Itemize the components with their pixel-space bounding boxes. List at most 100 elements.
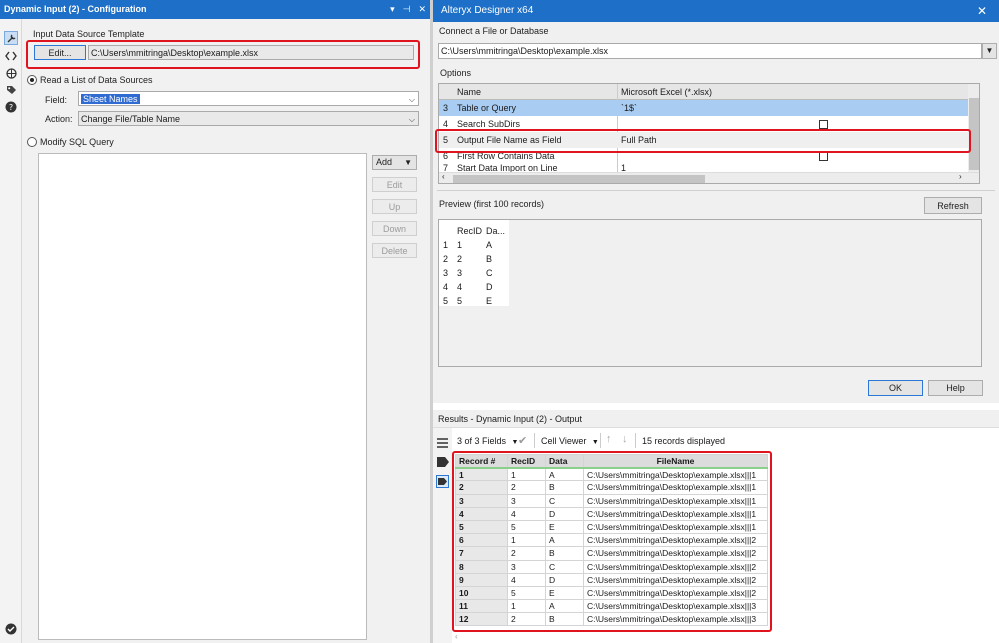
arrow-up-icon[interactable]: ↑ xyxy=(606,433,612,445)
data-cell[interactable]: A xyxy=(545,533,584,548)
table-row[interactable]: 5 5 E C:\Users\mmitringa\Desktop\example.xl… xyxy=(455,519,768,535)
table-row[interactable]: 11 1 A C:\Users\mmitringa\Desktop\example.x… xyxy=(455,599,768,614)
recid-cell[interactable]: 2 xyxy=(507,612,546,627)
options-row[interactable]: 3 Table or Query `1$` xyxy=(439,100,979,116)
header-data[interactable]: Data xyxy=(545,453,584,469)
dropdown-icon[interactable]: ▾ xyxy=(390,0,395,19)
tag-icon[interactable] xyxy=(437,457,449,469)
data-cell[interactable]: B xyxy=(545,480,584,495)
recid-cell[interactable]: 4 xyxy=(507,572,546,587)
refresh-button[interactable]: Refresh xyxy=(924,197,982,214)
recid-cell[interactable]: 1 xyxy=(507,533,546,548)
down-button[interactable]: Down xyxy=(372,221,417,236)
up-button[interactable]: Up xyxy=(372,199,417,214)
data-cell[interactable]: B xyxy=(545,546,584,561)
data-cell[interactable]: C xyxy=(545,559,584,574)
record-number-cell[interactable]: 9 xyxy=(455,572,508,587)
filename-cell[interactable]: C:\Users\mmitringa\Desktop\example.xlsx|… xyxy=(583,533,768,548)
record-number-cell[interactable]: 12 xyxy=(455,612,508,627)
header-recid[interactable]: RecID xyxy=(507,453,546,469)
edit-button[interactable]: Edit xyxy=(372,177,417,192)
data-cell[interactable]: C xyxy=(545,493,584,508)
wrench-icon[interactable] xyxy=(4,31,18,45)
fields-selector[interactable]: 3 of 3 Fields ▼ xyxy=(457,436,518,446)
recid-cell[interactable]: 5 xyxy=(507,585,546,601)
help-icon[interactable]: ? xyxy=(4,100,18,114)
data-cell[interactable]: A xyxy=(545,599,584,614)
cell-viewer-selector[interactable]: Cell Viewer ▼ xyxy=(541,436,599,446)
record-number-cell[interactable]: 7 xyxy=(455,546,508,561)
first-row-checkbox[interactable] xyxy=(819,152,828,161)
close-icon[interactable]: ✕ xyxy=(977,0,987,22)
recid-cell[interactable]: 3 xyxy=(507,559,546,574)
table-row[interactable]: 7 2 B C:\Users\mmitringa\Desktop\example.xl… xyxy=(455,546,768,561)
edit-template-button[interactable]: Edit... xyxy=(34,45,86,60)
chevron-left-icon[interactable]: ‹ xyxy=(455,632,458,641)
delete-button[interactable]: Delete xyxy=(372,243,417,258)
action-select[interactable]: Change File/Table Name ⌵ xyxy=(78,111,419,126)
read-list-radio[interactable] xyxy=(27,75,37,85)
connect-field[interactable]: C:\Users\mmitringa\Desktop\example.xlsx xyxy=(438,43,982,59)
header-record[interactable]: Record # xyxy=(455,453,508,469)
arrow-down-icon[interactable]: ↓ xyxy=(622,433,628,445)
options-row[interactable]: 7 Start Data Import on Line 1 xyxy=(439,164,979,172)
connect-dropdown-button[interactable]: ▼ xyxy=(982,43,997,59)
record-number-cell[interactable]: 8 xyxy=(455,559,508,574)
record-number-cell[interactable]: 5 xyxy=(455,519,508,535)
globe-icon[interactable] xyxy=(4,66,18,80)
recid-cell[interactable]: 4 xyxy=(507,506,546,521)
table-row[interactable]: 2 2 B C:\Users\mmitringa\Desktop\example.xl… xyxy=(455,480,768,495)
filename-cell[interactable]: C:\Users\mmitringa\Desktop\example.xlsx|… xyxy=(583,480,768,495)
options-row[interactable]: 5 Output File Name as Field Full Path xyxy=(439,132,979,148)
table-row[interactable]: 1 1 A C:\Users\mmitringa\Desktop\example.xl… xyxy=(455,467,768,482)
record-number-cell[interactable]: 2 xyxy=(455,480,508,495)
filename-cell[interactable]: C:\Users\mmitringa\Desktop\example.xlsx|… xyxy=(583,519,768,535)
recid-cell[interactable]: 2 xyxy=(507,480,546,495)
options-vscrollbar[interactable] xyxy=(968,84,979,172)
record-number-cell[interactable]: 10 xyxy=(455,585,508,601)
record-number-cell[interactable]: 6 xyxy=(455,533,508,548)
filename-cell[interactable]: C:\Users\mmitringa\Desktop\example.xlsx|… xyxy=(583,585,768,601)
options-hscrollbar[interactable]: ‹ › xyxy=(439,172,979,183)
search-subdirs-checkbox[interactable] xyxy=(819,120,828,129)
record-number-cell[interactable]: 1 xyxy=(455,467,508,482)
filename-cell[interactable]: C:\Users\mmitringa\Desktop\example.xlsx|… xyxy=(583,572,768,587)
filename-cell[interactable]: C:\Users\mmitringa\Desktop\example.xlsx|… xyxy=(583,599,768,614)
table-row[interactable]: 8 3 C C:\Users\mmitringa\Desktop\example.xl… xyxy=(455,559,768,574)
filename-cell[interactable]: C:\Users\mmitringa\Desktop\example.xlsx|… xyxy=(583,612,768,627)
options-row[interactable]: 4 Search SubDirs xyxy=(439,116,979,132)
recid-cell[interactable]: 5 xyxy=(507,519,546,535)
filename-cell[interactable]: C:\Users\mmitringa\Desktop\example.xlsx|… xyxy=(583,546,768,561)
table-row[interactable]: 6 1 A C:\Users\mmitringa\Desktop\example.xl… xyxy=(455,533,768,548)
recid-cell[interactable]: 3 xyxy=(507,493,546,508)
chevron-right-icon[interactable]: › xyxy=(959,172,962,181)
filename-cell[interactable]: C:\Users\mmitringa\Desktop\example.xlsx|… xyxy=(583,467,768,482)
data-cell[interactable]: D xyxy=(545,506,584,521)
options-row[interactable]: 6 First Row Contains Data xyxy=(439,148,979,164)
preview-grid[interactable]: RecID Da... 11 A 22 B 33 C 44 D 55 E xyxy=(438,219,982,367)
options-vscroll-thumb[interactable] xyxy=(969,98,979,170)
output-anchor-icon[interactable] xyxy=(436,475,449,488)
filename-cell[interactable]: C:\Users\mmitringa\Desktop\example.xlsx|… xyxy=(583,559,768,574)
list-icon[interactable] xyxy=(437,438,448,450)
options-grid[interactable]: Name Microsoft Excel (*.xlsx) 3 Table or… xyxy=(438,83,980,184)
help-button[interactable]: Help xyxy=(928,380,983,396)
record-number-cell[interactable]: 11 xyxy=(455,599,508,614)
code-icon[interactable] xyxy=(4,49,18,63)
recid-cell[interactable]: 1 xyxy=(507,599,546,614)
filename-cell[interactable]: C:\Users\mmitringa\Desktop\example.xlsx|… xyxy=(583,506,768,521)
close-icon[interactable]: ✕ xyxy=(418,0,426,19)
data-cell[interactable]: E xyxy=(545,585,584,601)
ok-button[interactable]: OK xyxy=(868,380,923,396)
record-number-cell[interactable]: 4 xyxy=(455,506,508,521)
table-row[interactable]: 4 4 D C:\Users\mmitringa\Desktop\example.xl… xyxy=(455,506,768,521)
table-row[interactable]: 9 4 D C:\Users\mmitringa\Desktop\example.xl… xyxy=(455,572,768,587)
chevron-left-icon[interactable]: ‹ xyxy=(442,172,445,181)
data-cell[interactable]: E xyxy=(545,519,584,535)
options-hscroll-thumb[interactable] xyxy=(453,175,705,183)
filename-cell[interactable]: C:\Users\mmitringa\Desktop\example.xlsx|… xyxy=(583,493,768,508)
recid-cell[interactable]: 1 xyxy=(507,467,546,482)
add-dropdown-button[interactable]: Add ▼ xyxy=(372,155,417,170)
table-row[interactable]: 12 2 B C:\Users\mmitringa\Desktop\example.x… xyxy=(455,612,768,627)
table-row[interactable]: 3 3 C C:\Users\mmitringa\Desktop\example.xl… xyxy=(455,493,768,508)
